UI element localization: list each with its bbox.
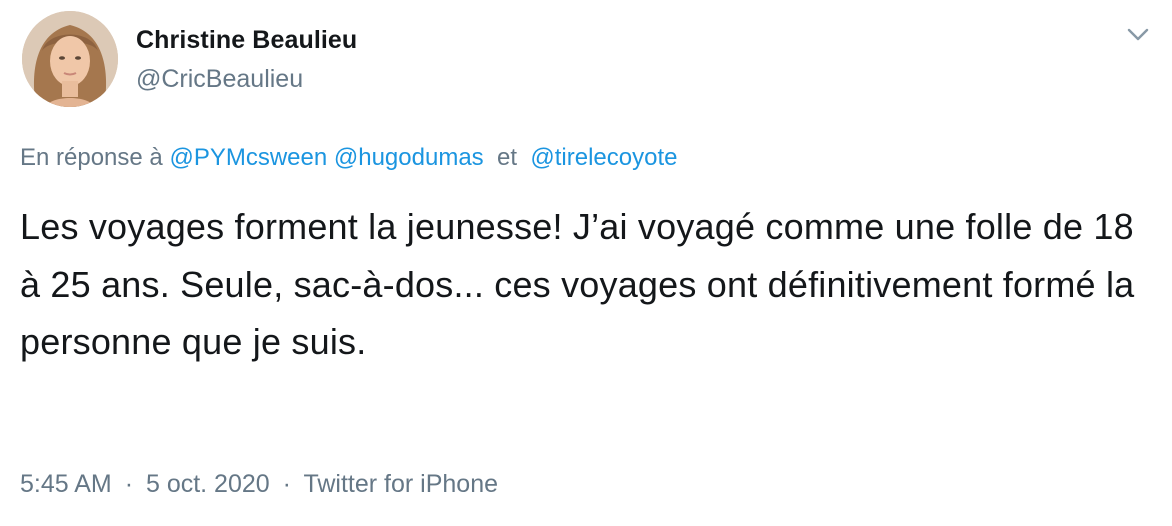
tweet-card: Christine Beaulieu @CricBeaulieu En répo… xyxy=(0,0,1172,526)
mention-link[interactable]: @hugodumas xyxy=(334,144,484,171)
meta-separator: · xyxy=(124,470,134,498)
author-display-name[interactable]: Christine Beaulieu xyxy=(136,26,357,55)
mention-link[interactable]: @tirelecoyote xyxy=(530,144,677,171)
reply-conjunction: et xyxy=(497,144,518,171)
author-handle[interactable]: @CricBeaulieu xyxy=(136,65,303,94)
reply-prefix: En réponse à xyxy=(20,144,163,171)
chevron-down-icon[interactable] xyxy=(1124,22,1152,46)
tweet-source[interactable]: Twitter for iPhone xyxy=(303,470,498,498)
mention-link[interactable]: @PYMcsween xyxy=(169,144,327,171)
tweet-date[interactable]: 5 oct. 2020 xyxy=(146,470,270,498)
avatar[interactable] xyxy=(22,11,118,107)
tweet-text: Les voyages forment la jeunesse! J’ai vo… xyxy=(20,206,1135,362)
meta-separator: · xyxy=(282,470,291,498)
tweet-time[interactable]: 5:45 AM xyxy=(20,470,112,498)
reply-context: En réponse à @PYMcsween @hugodumas et @t… xyxy=(20,144,677,172)
tweet-metadata: 5:45 AM · 5 oct. 2020 · Twitter for iPho… xyxy=(20,470,498,499)
